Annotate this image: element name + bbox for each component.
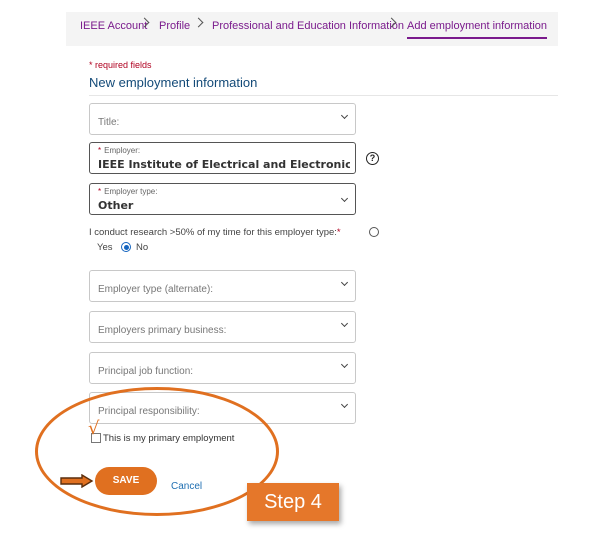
job-function-select[interactable]: Principal job function:	[89, 352, 356, 384]
employer-type-alternate-select[interactable]: Employer type (alternate):	[89, 270, 356, 302]
step-callout: Step 4	[247, 483, 339, 521]
chevron-down-icon	[340, 319, 349, 328]
help-circle-icon[interactable]: ?	[366, 152, 379, 165]
research-no-radio[interactable]	[121, 242, 131, 252]
primary-business-placeholder: Employers primary business:	[98, 325, 227, 336]
job-function-placeholder: Principal job function:	[98, 366, 194, 377]
employer-type-value: Other	[98, 199, 134, 212]
arrow-right-icon	[60, 474, 94, 488]
title-select[interactable]: Title:	[89, 103, 356, 135]
employer-type-select[interactable]: * Employer type: Other	[89, 183, 356, 215]
required-fields-note: * required fields	[89, 60, 152, 70]
divider	[89, 95, 558, 96]
chevron-down-icon	[340, 400, 349, 409]
page-title: New employment information	[89, 75, 258, 90]
chevron-down-icon	[340, 111, 349, 120]
highlight-oval	[35, 387, 279, 516]
save-button[interactable]: SAVE	[95, 467, 157, 495]
research-question: I conduct research >50% of my time for t…	[89, 227, 341, 238]
research-yes-label: Yes	[97, 242, 113, 253]
cancel-link[interactable]: Cancel	[171, 481, 202, 492]
employer-value: IEEE Institute of Electrical and Electro…	[98, 158, 350, 171]
employer-input[interactable]: * Employer: IEEE Institute of Electrical …	[89, 142, 356, 174]
breadcrumb-add-employment: Add employment information	[407, 20, 548, 39]
primary-business-select[interactable]: Employers primary business:	[89, 311, 356, 343]
title-placeholder: Title:	[98, 117, 120, 128]
research-no-label: No	[136, 242, 149, 253]
employer-type-label: * Employer type:	[98, 187, 158, 196]
breadcrumb-profile[interactable]: Profile	[159, 20, 190, 32]
chevron-down-icon	[340, 360, 349, 369]
employer-label: * Employer:	[98, 146, 141, 155]
breadcrumb-ieee-account[interactable]: IEEE Account	[80, 20, 147, 32]
breadcrumb-professional-education[interactable]: Professional and Education Information	[212, 20, 404, 32]
research-extra-radio[interactable]	[369, 227, 379, 237]
chevron-down-icon	[340, 278, 349, 287]
employer-type-alternate-placeholder: Employer type (alternate):	[98, 284, 214, 295]
